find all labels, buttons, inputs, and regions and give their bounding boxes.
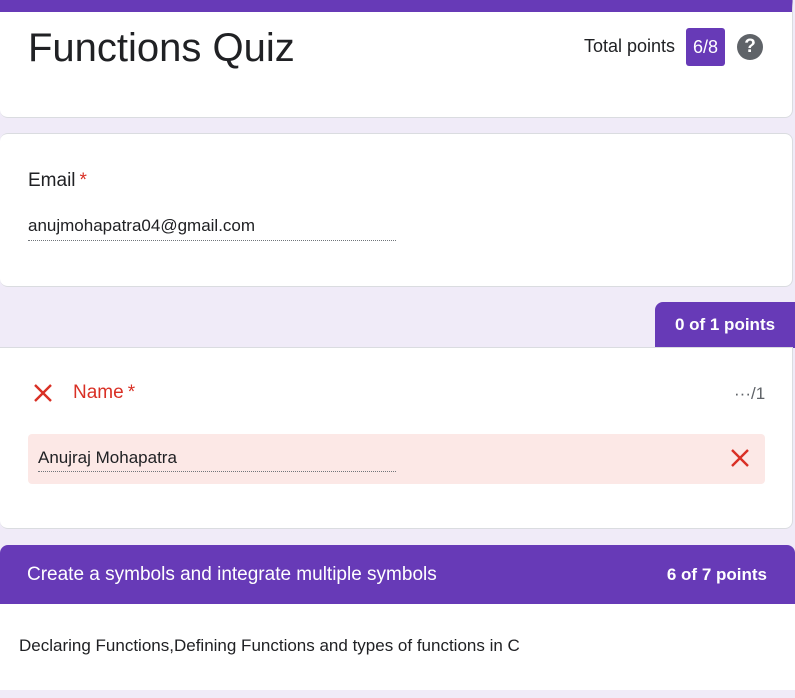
name-label-text: Name	[73, 382, 124, 403]
required-asterisk: *	[79, 170, 87, 191]
total-points-label: Total points	[584, 36, 676, 56]
email-question-label: Email *	[28, 170, 87, 192]
email-question-card: Email * anujmohapatra04@gmail.com	[0, 133, 793, 287]
page-title: Functions Quiz	[28, 26, 295, 70]
close-icon	[731, 449, 749, 467]
section-card: Create a symbols and integrate multiple …	[0, 545, 795, 690]
name-question-label: Name *	[73, 382, 135, 404]
section-points: 6 of 7 points	[666, 565, 767, 584]
question-points-tab: 0 of 1 points	[655, 302, 795, 348]
email-answer: anujmohapatra04@gmail.com	[28, 216, 396, 241]
help-icon[interactable]: ?	[737, 34, 763, 60]
required-asterisk: *	[127, 382, 136, 403]
section-title: Create a symbols and integrate multiple …	[27, 564, 437, 585]
close-icon	[34, 384, 52, 402]
section-description: Declaring Functions,Defining Functions a…	[19, 636, 520, 655]
question-score: ···/1	[734, 384, 766, 403]
quiz-header-card: Functions Quiz Total points 6/8 ?	[0, 0, 793, 118]
name-question-card: Name * ···/1 Anujraj Mohapatra	[0, 347, 793, 529]
email-label-text: Email	[28, 170, 76, 191]
total-points-badge: 6/8	[686, 28, 725, 66]
incorrect-answer-box: Anujraj Mohapatra	[28, 434, 765, 484]
name-answer: Anujraj Mohapatra	[38, 448, 396, 472]
section-header: Create a symbols and integrate multiple …	[0, 545, 795, 604]
